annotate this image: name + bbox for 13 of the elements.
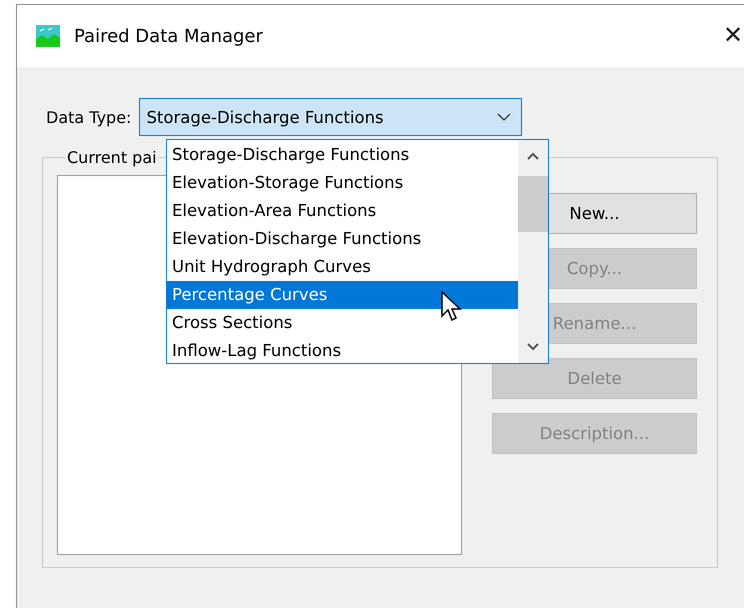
app-icon bbox=[36, 25, 60, 47]
window-title: Paired Data Manager bbox=[74, 26, 263, 46]
dropdown-option[interactable]: Storage-Discharge Functions bbox=[167, 141, 518, 169]
close-button[interactable]: ✕ bbox=[723, 21, 744, 49]
data-type-dropdown[interactable]: Storage-Discharge Functions bbox=[139, 98, 522, 136]
mouse-cursor-icon bbox=[441, 291, 463, 323]
data-type-label: Data Type: bbox=[46, 108, 132, 126]
chevron-up-icon bbox=[527, 152, 539, 160]
dropdown-option[interactable]: Percentage Curves bbox=[167, 281, 518, 309]
chevron-down-icon bbox=[497, 113, 512, 121]
scrollbar[interactable] bbox=[518, 140, 548, 363]
group-label: Current pai bbox=[66, 148, 158, 167]
chevron-down-icon bbox=[527, 343, 539, 351]
